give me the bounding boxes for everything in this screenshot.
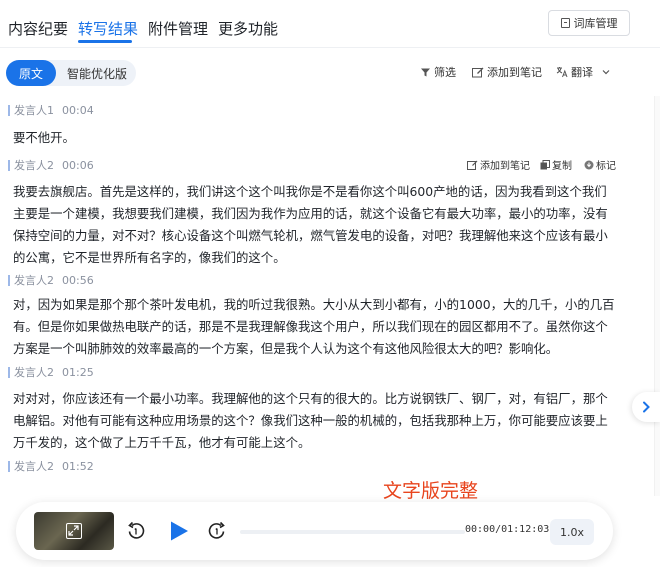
view-mode-switch: 原文 智能优化版 (6, 60, 136, 86)
speaker-row: 发言人2 01:52 (8, 458, 94, 474)
video-thumbnail[interactable] (34, 512, 114, 550)
speaker-row: 发言人2 00:56 (8, 272, 94, 288)
speaker-name[interactable]: 发言人1 (14, 102, 54, 118)
segment-add-note-label: 添加到笔记 (480, 161, 530, 172)
play-icon (171, 521, 188, 541)
playback-speed-button[interactable]: 1.0x (550, 519, 594, 545)
transcript-paragraph[interactable]: 要不他开。 (13, 127, 618, 149)
overlay-caption: 文字版完整 (383, 480, 479, 502)
play-button[interactable] (168, 519, 190, 547)
filter-label: 筛选 (434, 66, 456, 79)
add-to-notes-button[interactable]: 添加到笔记 (472, 64, 542, 80)
active-tab-indicator (78, 40, 132, 43)
forward-icon (208, 521, 225, 539)
top-tab-bar: 内容纪要 转写结果 附件管理 更多功能 词库管理 (0, 0, 660, 48)
lexicon-management-label: 词库管理 (573, 17, 618, 30)
filter-icon (421, 68, 430, 76)
audio-player: 00:00/01:12:03 1.0x (16, 502, 613, 560)
speaker-name[interactable]: 发言人2 (14, 364, 54, 380)
segment-mark-button[interactable]: 标记 (584, 157, 616, 172)
document-icon (560, 18, 570, 28)
mark-icon (584, 160, 594, 169)
translate-button[interactable]: 翻译 (556, 64, 611, 80)
tab-summary[interactable]: 内容纪要 (8, 18, 68, 39)
segment-mark-label: 标记 (596, 161, 616, 172)
rewind-button[interactable] (126, 521, 146, 545)
lexicon-management-button[interactable]: 词库管理 (548, 10, 630, 36)
rewind-icon (128, 521, 145, 539)
add-note-icon (472, 67, 484, 77)
tab-more-features[interactable]: 更多功能 (218, 18, 278, 39)
optimized-version-button[interactable]: 智能优化版 (62, 60, 132, 86)
chevron-right-icon (643, 401, 650, 413)
speaker-name[interactable]: 发言人2 (14, 458, 54, 474)
speaker-name[interactable]: 发言人2 (14, 272, 54, 288)
content-scrollbar[interactable] (654, 96, 660, 496)
transcript-paragraph[interactable]: 对对对，你应该还有一个最小功率。我理解他的这个只有的很大的。比方说钢铁厂、钢厂，… (13, 388, 618, 454)
segment-timestamp[interactable]: 01:52 (62, 460, 94, 473)
playback-progress-bar[interactable] (240, 530, 465, 534)
expand-icon[interactable] (66, 523, 82, 539)
chevron-down-icon (602, 70, 610, 75)
speaker-row: 发言人2 01:25 (8, 364, 94, 380)
transcript-toolbar: 原文 智能优化版 筛选 添加到笔记 翻译 (0, 56, 660, 88)
transcript-paragraph[interactable]: 我要去旗舰店。首先是这样的，我们讲这个这个叫我你是不是看你这个叫600产地的话，… (13, 181, 618, 269)
segment-timestamp[interactable]: 00:04 (62, 104, 94, 117)
segment-add-note-button[interactable]: 添加到笔记 (467, 157, 530, 172)
translate-icon (556, 67, 568, 78)
add-to-notes-label: 添加到笔记 (487, 66, 542, 79)
copy-icon (540, 159, 550, 169)
speaker-row: 发言人1 00:04 (8, 102, 94, 118)
translate-label: 翻译 (571, 66, 593, 79)
next-page-button[interactable] (632, 392, 660, 422)
playback-time: 00:00/01:12:03 (465, 524, 550, 535)
segment-copy-button[interactable]: 复制 (540, 157, 572, 172)
tab-attachments[interactable]: 附件管理 (148, 18, 208, 39)
segment-timestamp[interactable]: 01:25 (62, 366, 94, 379)
tab-transcript[interactable]: 转写结果 (78, 18, 138, 39)
add-note-icon (467, 160, 478, 170)
segment-actions: 添加到笔记 复制 标记 (0, 157, 630, 173)
segment-timestamp[interactable]: 00:56 (62, 274, 94, 287)
segment-copy-label: 复制 (552, 161, 572, 172)
forward-button[interactable] (207, 521, 227, 545)
original-text-button[interactable]: 原文 (6, 60, 56, 86)
filter-button[interactable]: 筛选 (420, 64, 456, 80)
transcript-paragraph[interactable]: 对，因为如果是那个那个茶叶发电机，我的听过我很熟。大小从大到小都有，小的1000… (13, 294, 618, 360)
